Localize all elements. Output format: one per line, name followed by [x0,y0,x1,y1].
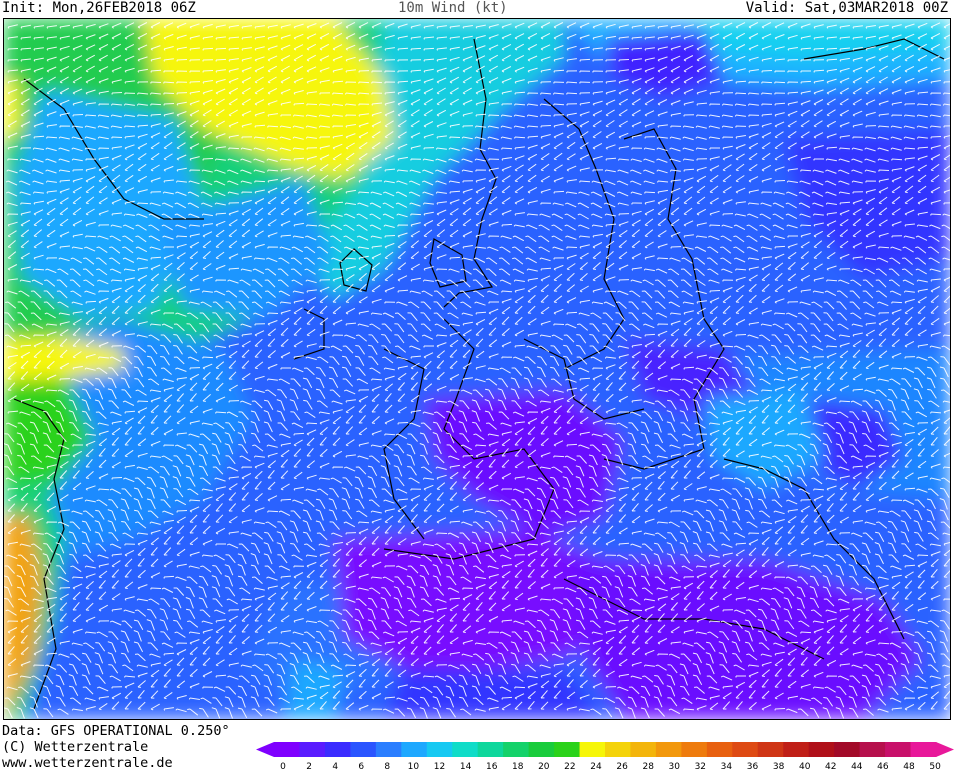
legend-tick-label: 0 [280,762,286,770]
init-time-label: Init: Mon,26FEB2018 06Z [2,0,196,16]
legend-tick-label: 32 [695,762,706,770]
legend-swatch [299,742,326,757]
legend-swatch [706,742,733,757]
legend-tick-label: 36 [747,762,759,770]
copyright-label: (C) Wetterzentrale [2,739,149,755]
map-title: 10m Wind (kt) [398,0,508,16]
legend-swatch [757,742,784,757]
legend-tick-label: 16 [486,762,498,770]
legend-swatch [350,742,377,757]
legend-swatch [834,742,861,757]
legend-tick-label: 46 [877,762,889,770]
data-source-label: Data: GFS OPERATIONAL 0.250° [2,723,230,739]
legend-tick-label: 30 [668,762,680,770]
legend-tick-label: 24 [590,762,602,770]
legend-tick-label: 38 [773,762,785,770]
legend-swatch [885,742,912,757]
legend-swatch [783,742,810,757]
legend-swatch [401,742,428,757]
legend-tick-label: 28 [642,762,654,770]
legend-tick-label: 48 [903,762,915,770]
legend-tick-label: 10 [408,762,420,770]
legend-swatch [630,742,657,757]
legend-swatch [375,742,402,757]
valid-time-label: Valid: Sat,03MAR2018 00Z [745,0,948,16]
legend-swatch [554,742,581,757]
legend-swatch [681,742,708,757]
legend-tick-label: 50 [929,762,941,770]
legend-swatch [324,742,351,757]
legend-swatch [910,742,937,757]
legend-swatch [732,742,759,757]
legend-tick-label: 44 [851,762,863,770]
legend-swatch [452,742,479,757]
legend-swatch [655,742,682,757]
legend-tick-label: 40 [799,762,811,770]
wind-map [3,18,951,720]
legend-tick-label: 12 [434,762,445,770]
color-legend: 0 2 4 6 8 10 12 14 16 18 20 22 24 26 28 30 32 34 36 38 40 42 4… [254,740,956,772]
legend-tick-label: 22 [564,762,575,770]
legend-tick-label: 8 [384,762,390,770]
legend-tick-label: 4 [332,762,338,770]
legend-swatch [808,742,835,757]
legend-swatch [579,742,606,757]
legend-tick-label: 26 [616,762,628,770]
legend-tick-label: 34 [721,762,733,770]
legend-swatch [477,742,504,757]
legend-swatch [503,742,530,757]
legend-arrow-low [256,742,274,757]
legend-swatch [859,742,886,757]
legend-tick-label: 20 [538,762,550,770]
legend-swatch [274,742,300,757]
legend-swatch [528,742,555,757]
website-label: www.wetterzentrale.de [2,755,173,771]
legend-tick-label: 14 [460,762,472,770]
legend-arrow-high [936,742,954,757]
legend-tick-label: 18 [512,762,524,770]
legend-tick-label: 6 [358,762,364,770]
legend-tick-label: 2 [306,762,312,770]
legend-swatch [605,742,631,757]
legend-swatch [426,742,453,757]
legend-tick-label: 42 [825,762,836,770]
